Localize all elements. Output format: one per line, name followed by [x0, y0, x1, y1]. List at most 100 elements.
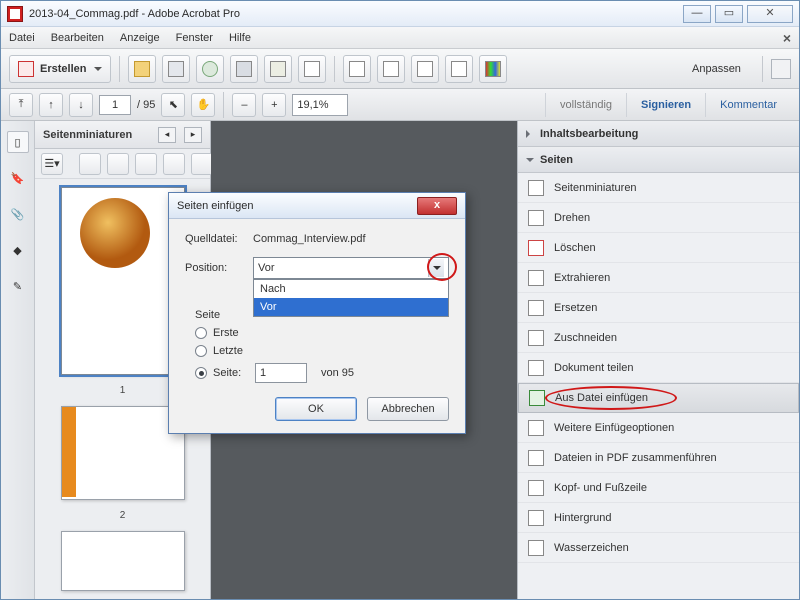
menu-hilfe[interactable]: Hilfe	[227, 30, 253, 46]
doc-close-icon[interactable]: ×	[781, 28, 793, 48]
edit-text-button[interactable]	[343, 55, 371, 83]
vtab-layers[interactable]: ◆	[7, 239, 29, 261]
tool-replace[interactable]: Ersetzen	[518, 293, 799, 323]
multimedia-icon	[451, 61, 467, 77]
vtab-signatures[interactable]: ✎	[7, 275, 29, 297]
print-icon	[236, 61, 252, 77]
right-tabs: vollständig Signieren Kommentar	[545, 93, 791, 117]
of-pages-label: von 95	[321, 367, 354, 379]
mail-icon	[270, 61, 286, 77]
create-icon	[18, 61, 34, 77]
menu-bearbeiten[interactable]: Bearbeiten	[49, 30, 106, 46]
multimedia-button[interactable]	[445, 55, 473, 83]
vtab-bookmarks[interactable]: 🔖	[7, 167, 29, 189]
share-button[interactable]	[298, 55, 326, 83]
insert-pages-dialog: Seiten einfügen x Quelldatei: Commag_Int…	[168, 192, 466, 434]
tool-delete[interactable]: Löschen	[518, 233, 799, 263]
vtab-thumbnails[interactable]: ▯	[7, 131, 29, 153]
radio-last[interactable]: Letzte	[195, 345, 449, 357]
zoom-select[interactable]: 19,1%	[292, 94, 348, 116]
radio-page[interactable]: Seite: 1 von 95	[195, 363, 449, 383]
thumbnail-label-2: 2	[120, 510, 126, 521]
minimize-button[interactable]: —	[683, 5, 711, 23]
tab-sign[interactable]: Signieren	[626, 93, 705, 117]
tool-header-footer[interactable]: Kopf- und Fußzeile	[518, 473, 799, 503]
tool-rotate[interactable]: Drehen	[518, 203, 799, 233]
page-number-input[interactable]: 1	[255, 363, 307, 383]
first-page-button[interactable]: ⤒	[9, 93, 33, 117]
select-tool-button[interactable]: ⬉	[161, 93, 185, 117]
ok-button[interactable]: OK	[275, 397, 357, 421]
tool-label: Dateien in PDF zusammenführen	[554, 452, 717, 464]
vtab-attachments[interactable]: 📎	[7, 203, 29, 225]
menu-anzeige[interactable]: Anzeige	[118, 30, 162, 46]
forms-icon	[417, 61, 433, 77]
menubar: Datei Bearbeiten Anzeige Fenster Hilfe ×	[1, 27, 799, 49]
tool-background[interactable]: Hintergrund	[518, 503, 799, 533]
export-button[interactable]	[377, 55, 405, 83]
print-button[interactable]	[230, 55, 258, 83]
tool-watermark[interactable]: Wasserzeichen	[518, 533, 799, 563]
accordion-content-editing[interactable]: Inhaltsbearbeitung	[518, 121, 799, 147]
tool-extract[interactable]: Extrahieren	[518, 263, 799, 293]
panel-next-button[interactable]: ▸	[184, 127, 202, 143]
close-button[interactable]: ✕	[747, 5, 793, 23]
thumb-delete-button[interactable]	[163, 153, 185, 175]
thumbnail-page-3[interactable]	[61, 531, 185, 591]
accordion-label: Inhaltsbearbeitung	[540, 128, 638, 140]
thumb-insert-button[interactable]	[79, 153, 101, 175]
dialog-titlebar: Seiten einfügen x	[169, 193, 465, 219]
page-input[interactable]: 1	[99, 95, 131, 115]
thumb-replace-button[interactable]	[135, 153, 157, 175]
mail-button[interactable]	[264, 55, 292, 83]
color-button[interactable]	[479, 55, 507, 83]
more-icon	[528, 420, 544, 436]
tool-label: Drehen	[554, 212, 590, 224]
forms-button[interactable]	[411, 55, 439, 83]
zoom-in-button[interactable]: +	[262, 93, 286, 117]
option-nach[interactable]: Nach	[254, 280, 448, 298]
save-button[interactable]	[162, 55, 190, 83]
bookmark-icon: 🔖	[11, 172, 25, 185]
radio-first[interactable]: Erste	[195, 327, 449, 339]
customize-button[interactable]: Anpassen	[682, 63, 754, 75]
rotate-icon	[528, 210, 544, 226]
tool-more-insert[interactable]: Weitere Einfügeoptionen	[518, 413, 799, 443]
tab-comment[interactable]: Kommentar	[705, 93, 791, 117]
zoom-out-button[interactable]: –	[232, 93, 256, 117]
thumbnail-page-2[interactable]	[61, 406, 185, 500]
prev-page-button[interactable]: ↑	[39, 93, 63, 117]
position-select[interactable]: Vor Nach Vor	[253, 257, 449, 279]
source-label: Quelldatei:	[185, 233, 245, 245]
option-vor[interactable]: Vor	[254, 298, 448, 316]
create-button[interactable]: Erstellen	[9, 55, 111, 83]
radio-icon	[195, 327, 207, 339]
tool-crop[interactable]: Zuschneiden	[518, 323, 799, 353]
menu-fenster[interactable]: Fenster	[174, 30, 215, 46]
thumb-options-button[interactable]: ☰▾	[41, 153, 63, 175]
thumb-rotate-button[interactable]	[191, 153, 213, 175]
dialog-close-button[interactable]: x	[417, 197, 457, 215]
accordion-pages[interactable]: Seiten	[518, 147, 799, 173]
menu-datei[interactable]: Datei	[7, 30, 37, 46]
open-button[interactable]	[128, 55, 156, 83]
maximize-button[interactable]: ▭	[715, 5, 743, 23]
window-title: 2013-04_Commag.pdf - Adobe Acrobat Pro	[29, 8, 679, 20]
tool-split[interactable]: Dokument teilen	[518, 353, 799, 383]
toolbar-nav: ⤒ ↑ ↓ 1 / 95 ⬉ ✋ – + 19,1% vollständig S…	[1, 89, 799, 121]
thumbnail-page-1[interactable]	[61, 187, 185, 375]
hand-tool-button[interactable]: ✋	[191, 93, 215, 117]
next-page-button[interactable]: ↓	[69, 93, 93, 117]
thumbnails-title: Seitenminiaturen	[43, 129, 150, 141]
tool-label: Löschen	[554, 242, 596, 254]
tab-tools[interactable]: vollständig	[545, 93, 626, 117]
tool-insert-from-file[interactable]: Aus Datei einfügen	[518, 383, 799, 413]
tool-combine[interactable]: Dateien in PDF zusammenführen	[518, 443, 799, 473]
cloud-button[interactable]	[196, 55, 224, 83]
cancel-button[interactable]: Abbrechen	[367, 397, 449, 421]
panel-prev-button[interactable]: ◂	[158, 127, 176, 143]
paperclip-icon: 📎	[11, 208, 25, 221]
tool-thumbnails[interactable]: Seitenminiaturen	[518, 173, 799, 203]
thumb-extract-button[interactable]	[107, 153, 129, 175]
fullscreen-button[interactable]	[771, 59, 791, 79]
